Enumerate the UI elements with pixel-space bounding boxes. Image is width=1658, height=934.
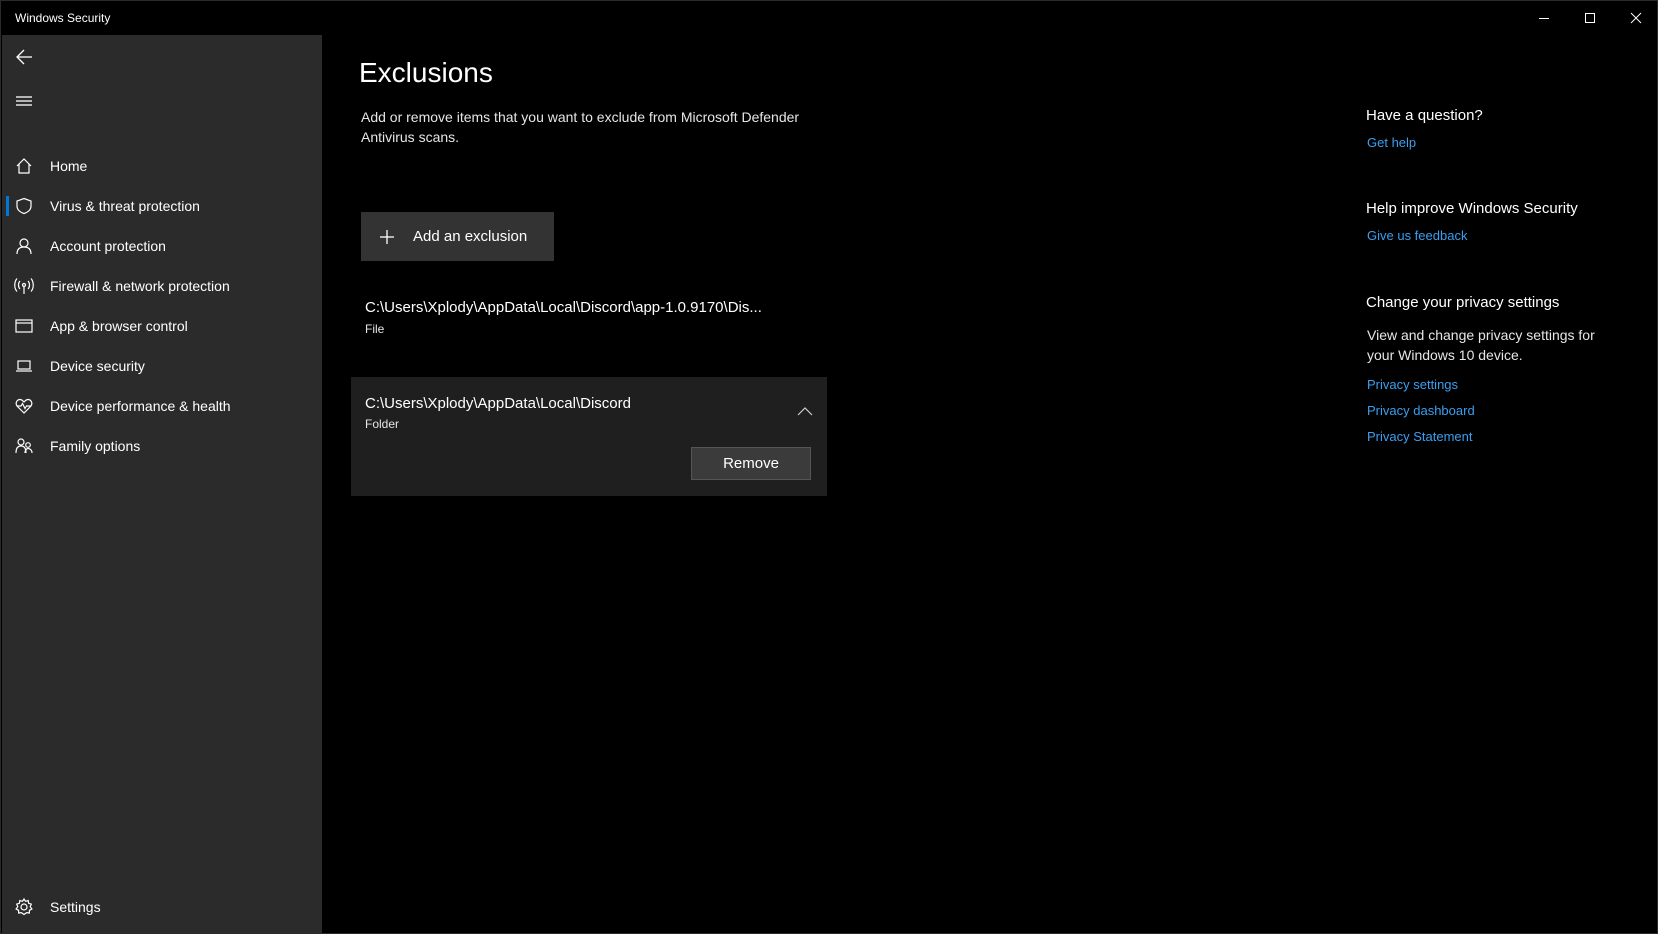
nav-item-settings[interactable]: Settings xyxy=(2,887,322,927)
shield-icon xyxy=(2,186,46,226)
plus-icon xyxy=(361,229,413,245)
improve-heading: Help improve Windows Security xyxy=(1366,200,1578,217)
nav-item-family-options[interactable]: Family options xyxy=(2,426,322,466)
exclusion-path: C:\Users\Xplody\AppData\Local\Discord xyxy=(365,395,631,412)
nav-item-label: Device security xyxy=(50,358,145,374)
nav-item-label: Settings xyxy=(50,899,101,915)
person-icon xyxy=(2,226,46,266)
remove-button[interactable]: Remove xyxy=(691,447,811,480)
title-bar: Windows Security xyxy=(1,1,1657,35)
privacy-text: View and change privacy settings for you… xyxy=(1367,327,1595,363)
exclusion-type: File xyxy=(365,322,385,336)
nav-item-account-protection[interactable]: Account protection xyxy=(2,226,322,266)
exclusion-item[interactable]: C:\Users\Xplody\AppData\Local\Discord\ap… xyxy=(351,285,827,371)
exclusion-type: Folder xyxy=(365,417,400,431)
heart-icon xyxy=(2,386,46,426)
nav-item-virus-threat-protection[interactable]: Virus & threat protection xyxy=(2,186,322,226)
wireless-icon xyxy=(2,266,46,306)
nav-item-home[interactable]: Home xyxy=(2,146,322,186)
right-panel: Have a question? Get help Help improve W… xyxy=(1366,35,1646,455)
back-arrow-icon xyxy=(16,49,32,65)
page-description: Add or remove items that you want to exc… xyxy=(361,109,800,145)
back-button[interactable] xyxy=(2,37,46,77)
nav-item-device-performance-health[interactable]: Device performance & health xyxy=(2,386,322,426)
nav-item-label: Family options xyxy=(50,438,141,454)
privacy-heading: Change your privacy settings xyxy=(1366,294,1560,311)
laptop-icon xyxy=(2,346,46,386)
hamburger-icon xyxy=(16,96,32,106)
chevron-up-icon[interactable] xyxy=(797,403,813,421)
nav-item-label: Firewall & network protection xyxy=(50,278,230,294)
minimize-icon xyxy=(1539,18,1549,19)
get-help-link[interactable]: Get help xyxy=(1367,135,1416,150)
app-window: Windows Security Home Virus & threat pro… xyxy=(0,0,1658,934)
nav-item-label: App & browser control xyxy=(50,318,188,334)
sidebar: Home Virus & threat protection Account p… xyxy=(2,35,322,934)
give-feedback-link[interactable]: Give us feedback xyxy=(1367,228,1467,243)
question-heading: Have a question? xyxy=(1366,107,1483,124)
exclusion-path: C:\Users\Xplody\AppData\Local\Discord\ap… xyxy=(365,299,762,316)
nav-item-label: Virus & threat protection xyxy=(50,198,200,214)
add-exclusion-label: Add an exclusion xyxy=(413,228,528,245)
menu-button[interactable] xyxy=(2,81,46,121)
exclusion-item-expanded[interactable]: C:\Users\Xplody\AppData\Local\Discord Fo… xyxy=(351,377,827,496)
nav-item-firewall-network[interactable]: Firewall & network protection xyxy=(2,266,322,306)
close-button[interactable] xyxy=(1613,1,1658,35)
privacy-settings-link[interactable]: Privacy settings xyxy=(1367,377,1458,392)
nav-item-device-security[interactable]: Device security xyxy=(2,346,322,386)
browser-window-icon xyxy=(2,306,46,346)
nav-item-app-browser-control[interactable]: App & browser control xyxy=(2,306,322,346)
gear-icon xyxy=(2,887,46,927)
nav-item-label: Account protection xyxy=(50,238,166,254)
home-icon xyxy=(2,146,46,186)
close-icon xyxy=(1630,12,1642,24)
privacy-statement-link[interactable]: Privacy Statement xyxy=(1367,429,1473,444)
add-exclusion-button[interactable]: Add an exclusion xyxy=(361,212,554,261)
window-title: Windows Security xyxy=(15,11,111,25)
privacy-dashboard-link[interactable]: Privacy dashboard xyxy=(1367,403,1475,418)
nav-item-label: Home xyxy=(50,158,88,174)
nav-item-label: Device performance & health xyxy=(50,398,231,414)
family-icon xyxy=(2,426,46,466)
page-title: Exclusions xyxy=(359,57,493,88)
maximize-button[interactable] xyxy=(1567,1,1613,35)
minimize-button[interactable] xyxy=(1521,1,1567,35)
main-content: Exclusions Add or remove items that you … xyxy=(322,35,1322,934)
maximize-icon xyxy=(1585,13,1595,23)
